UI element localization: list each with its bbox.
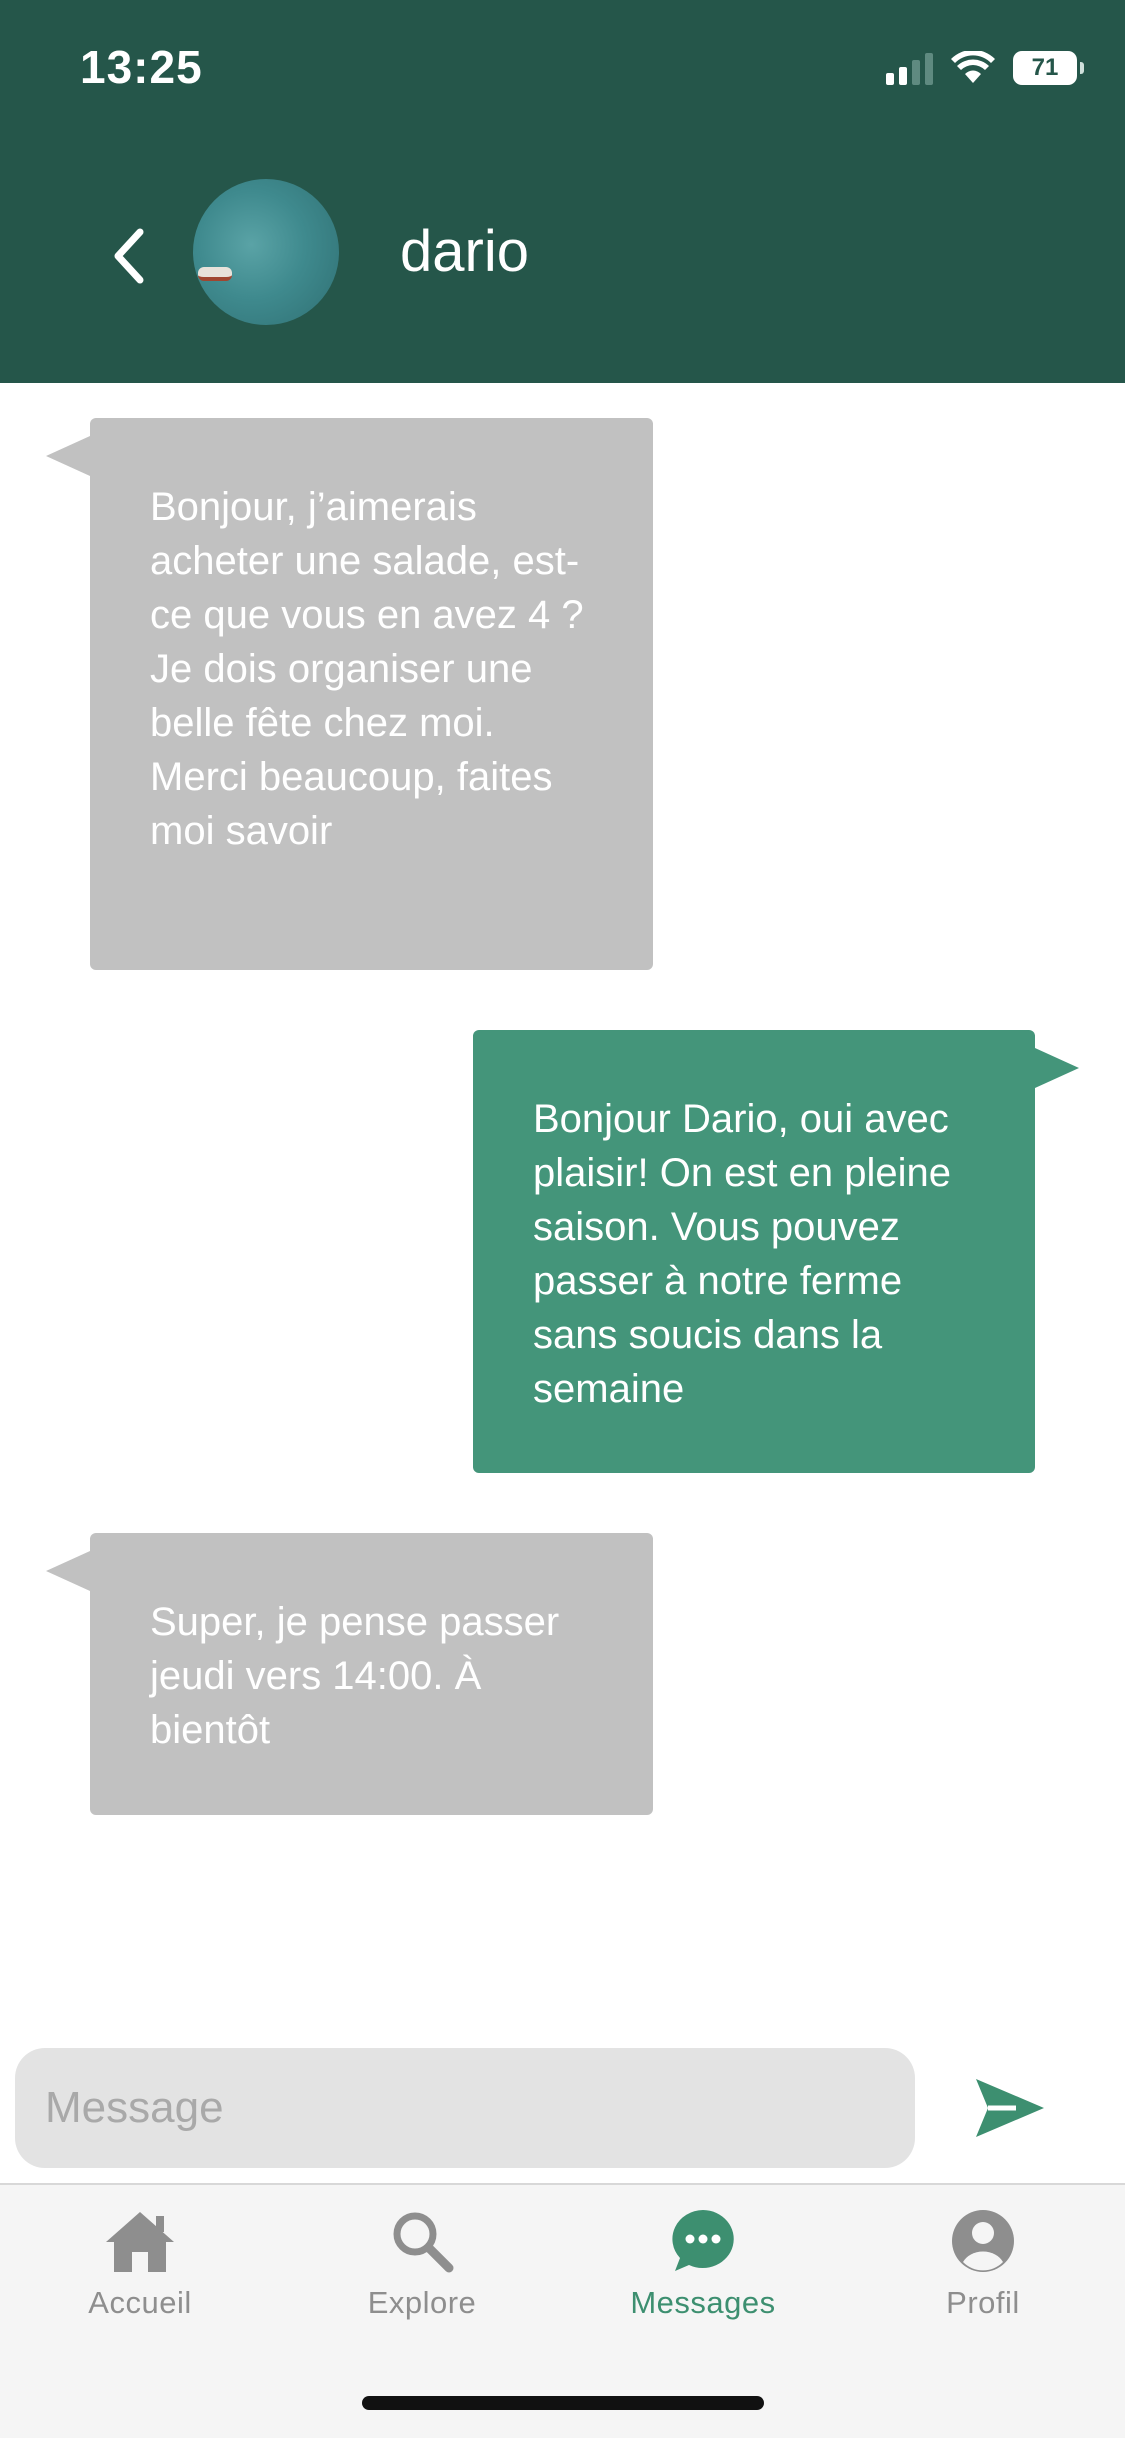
home-indicator[interactable] bbox=[362, 2396, 764, 2410]
chevron-left-icon bbox=[114, 228, 144, 284]
home-icon bbox=[106, 2212, 174, 2272]
chat-header: 13:25 71 dario bbox=[0, 0, 1125, 383]
user-profile-icon bbox=[952, 2210, 1014, 2272]
bottom-tab-bar: Accueil Explore Messages Profil bbox=[0, 2183, 1125, 2438]
contact-avatar[interactable] bbox=[193, 179, 339, 325]
cellular-signal-icon bbox=[886, 51, 933, 85]
back-button[interactable] bbox=[102, 220, 154, 292]
chat-bubble-icon bbox=[672, 2210, 734, 2271]
contact-name[interactable]: dario bbox=[400, 218, 529, 285]
message-bubble-incoming[interactable]: Bonjour, j’aimerais acheter une salade, … bbox=[46, 418, 653, 970]
search-icon bbox=[393, 2212, 454, 2273]
tab-label: Accueil bbox=[88, 2285, 192, 2320]
tab-messages[interactable]: Messages bbox=[603, 2205, 803, 2321]
bubble-tail bbox=[1035, 1048, 1079, 1088]
send-icon bbox=[976, 2079, 1044, 2137]
message-text: Super, je pense passer jeudi vers 14:00.… bbox=[150, 1600, 560, 1752]
avatar-image-boat bbox=[198, 267, 232, 281]
tab-label: Messages bbox=[630, 2285, 776, 2320]
bubble-tail bbox=[46, 1551, 90, 1591]
bubble-tail bbox=[46, 436, 90, 476]
tab-explore[interactable]: Explore bbox=[322, 2205, 522, 2321]
message-input[interactable] bbox=[15, 2048, 915, 2168]
wifi-icon bbox=[951, 51, 995, 83]
tab-label: Explore bbox=[367, 2285, 477, 2320]
tab-profil[interactable]: Profil bbox=[883, 2205, 1083, 2321]
send-button[interactable] bbox=[970, 2072, 1050, 2144]
tab-accueil[interactable]: Accueil bbox=[40, 2205, 240, 2321]
status-time: 13:25 bbox=[80, 41, 203, 93]
status-icons: 71 bbox=[886, 48, 1084, 88]
message-text: Bonjour Dario, oui avec plaisir! On est … bbox=[533, 1097, 952, 1411]
battery-icon: 71 bbox=[1013, 51, 1084, 85]
message-text: Bonjour, j’aimerais acheter une salade, … bbox=[150, 485, 584, 853]
message-bubble-outgoing[interactable]: Bonjour Dario, oui avec plaisir! On est … bbox=[473, 1030, 1079, 1473]
tab-label: Profil bbox=[946, 2285, 1020, 2320]
message-bubble-incoming[interactable]: Super, je pense passer jeudi vers 14:00.… bbox=[46, 1533, 653, 1815]
